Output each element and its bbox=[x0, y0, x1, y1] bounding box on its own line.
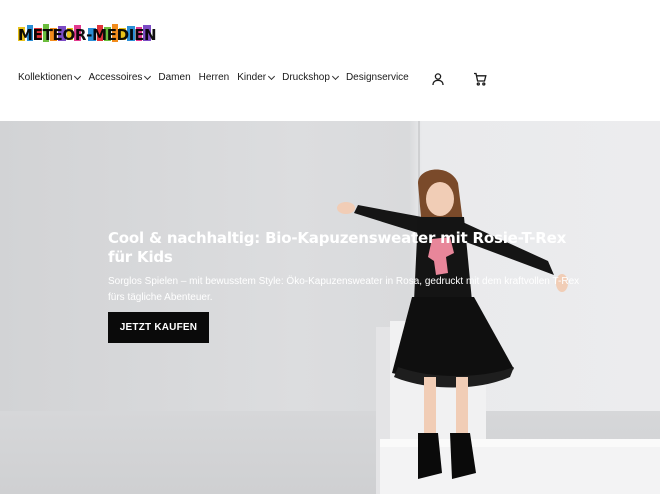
logo-text: METEOR-MEDIEN bbox=[18, 26, 157, 44]
nav-item-damen[interactable]: Damen bbox=[158, 72, 190, 83]
user-icon[interactable] bbox=[431, 72, 445, 86]
hero-content: Cool & nachhaltig: Bio-Kapuzensweater mi… bbox=[108, 229, 588, 343]
nav-item-label: Designservice bbox=[345, 72, 409, 83]
brand-logo[interactable]: METEOR-MEDIEN bbox=[18, 22, 157, 46]
hero-title: Cool & nachhaltig: Bio-Kapuzensweater mi… bbox=[108, 229, 567, 266]
nav-item-label: Herren bbox=[198, 72, 230, 83]
nav-item-kollektionen[interactable]: Kollektionen bbox=[18, 72, 82, 83]
chevron-down-icon bbox=[268, 72, 276, 80]
nav-item-druckshop[interactable]: Druckshop bbox=[282, 72, 339, 83]
hero-banner: Cool & nachhaltig: Bio-Kapuzensweater mi… bbox=[0, 121, 660, 494]
chevron-down-icon bbox=[331, 72, 339, 80]
hero-subtitle: Sorglos Spielen – mit bewusstem Style: Ö… bbox=[108, 276, 580, 303]
nav-item-label: Accessoires bbox=[88, 72, 143, 83]
nav-item-label: Kinder bbox=[237, 72, 267, 83]
chevron-down-icon bbox=[74, 72, 82, 80]
nav-item-label: Druckshop bbox=[282, 72, 330, 83]
nav-item-designservice[interactable]: Designservice bbox=[346, 72, 409, 83]
nav-item-kinder[interactable]: Kinder bbox=[237, 72, 276, 83]
nav-item-label: Kollektionen bbox=[18, 72, 73, 83]
nav-item-label: Damen bbox=[158, 72, 191, 83]
shop-now-button[interactable]: JETZT KAUFEN bbox=[108, 312, 209, 343]
chevron-down-icon bbox=[144, 72, 152, 80]
nav-item-herren[interactable]: Herren bbox=[199, 72, 230, 83]
site-header: METEOR-MEDIEN Kollektionen Accessoires D… bbox=[0, 0, 660, 121]
nav-item-accessoires[interactable]: Accessoires bbox=[88, 72, 152, 83]
cart-icon[interactable] bbox=[473, 72, 487, 86]
main-navigation: Kollektionen Accessoires Damen Herren Ki… bbox=[18, 72, 417, 83]
